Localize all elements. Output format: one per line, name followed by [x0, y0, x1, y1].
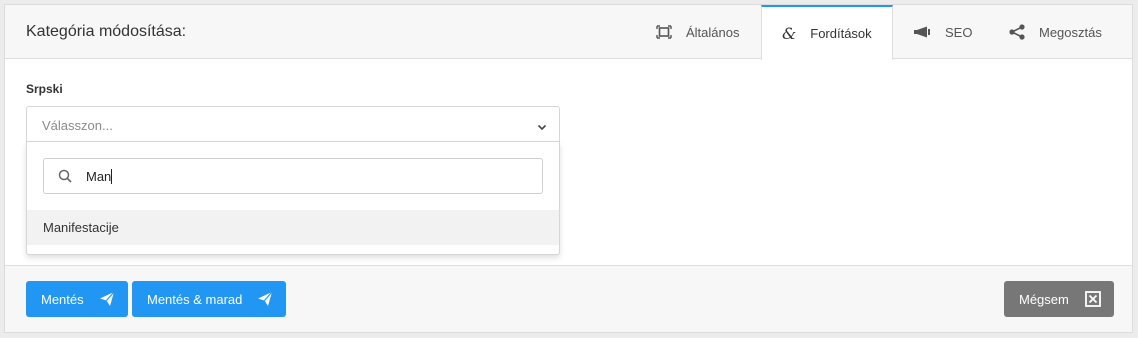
save-and-stay-button[interactable]: Mentés & marad	[132, 281, 286, 317]
search-value: Man	[86, 169, 113, 184]
card-footer: Mentés Mentés & marad Mégsem	[5, 265, 1132, 332]
search-icon	[58, 169, 72, 188]
tab-translations[interactable]: & Fordítások	[761, 5, 893, 60]
page-title: Kategória módosítása:	[26, 23, 187, 40]
select-dropdown: Man Manifestacije	[26, 142, 560, 255]
cancel-button-label: Mégsem	[1019, 291, 1069, 307]
translate-icon: &	[782, 24, 797, 43]
cancel-button[interactable]: Mégsem	[1004, 281, 1114, 317]
tab-seo[interactable]: SEO	[913, 5, 972, 59]
send-icon	[257, 291, 273, 307]
language-field-label: Srpski	[26, 82, 63, 96]
megaphone-icon	[913, 26, 931, 38]
save-and-stay-button-label: Mentés & marad	[147, 291, 243, 307]
tab-general[interactable]: Általános	[656, 5, 739, 59]
card-header: Kategória módosítása: Általános & Fordít…	[5, 5, 1132, 60]
send-icon	[99, 291, 115, 307]
tab-label: Megosztás	[1039, 24, 1102, 40]
close-icon	[1085, 291, 1101, 307]
tab-label: Általános	[686, 24, 740, 40]
edit-category-card: Kategória módosítása: Általános & Fordít…	[4, 4, 1133, 333]
tab-share[interactable]: Megosztás	[1009, 5, 1102, 59]
tab-label: Fordítások	[810, 26, 872, 41]
tab-label: SEO	[945, 24, 973, 40]
share-icon	[1009, 24, 1025, 40]
language-select[interactable]: Válasszon...	[26, 106, 560, 142]
chevron-down-icon	[537, 119, 547, 137]
dropdown-search-input[interactable]: Man	[43, 158, 543, 194]
frame-icon	[656, 25, 672, 39]
dropdown-option[interactable]: Manifestacije	[27, 210, 559, 245]
save-button-label: Mentés	[41, 291, 84, 307]
save-button[interactable]: Mentés	[26, 281, 128, 317]
select-placeholder: Válasszon...	[42, 118, 113, 133]
